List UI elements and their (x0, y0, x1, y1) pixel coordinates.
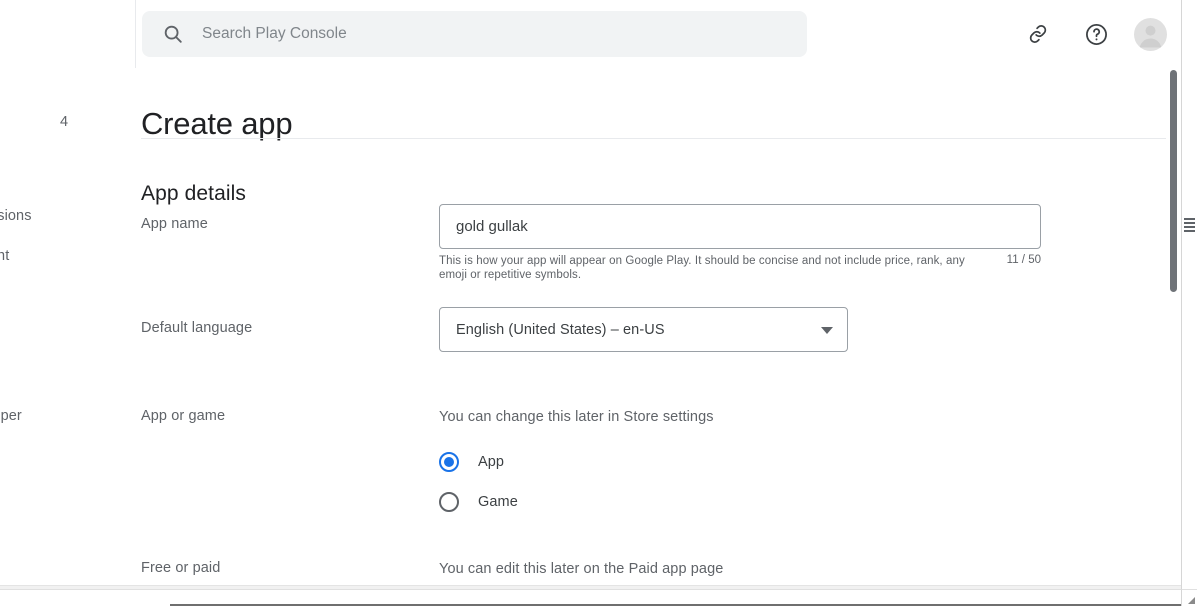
side-nav: 4 Users and permissions Order management… (0, 68, 134, 585)
radio-game-icon[interactable] (439, 492, 459, 512)
app-name-field[interactable] (439, 204, 1041, 249)
main-content: Create app App details App name This is … (136, 68, 1181, 585)
avatar[interactable] (1134, 17, 1167, 51)
resize-grip-icon (1188, 597, 1195, 604)
sidebar-item-label: Order management (0, 248, 10, 264)
sidebar-item-label: Users and permissions (0, 208, 32, 224)
default-language-select[interactable]: English (United States) – en-US (439, 307, 848, 352)
search-input[interactable] (200, 18, 764, 50)
label-app-or-game: App or game (141, 408, 226, 424)
app-name-helper-text: This is how your app will appear on Goog… (439, 255, 965, 281)
title-divider (141, 138, 1176, 139)
default-language-value: English (United States) – en-US (456, 321, 665, 338)
app-name-char-counter: 11 / 50 (1006, 254, 1041, 266)
radio-option-app[interactable]: App (439, 452, 504, 472)
label-free-or-paid: Free or paid (141, 560, 221, 576)
page-vertical-scrollbar-thumb[interactable] (1170, 70, 1177, 292)
help-icon[interactable] (1076, 14, 1116, 54)
play-console-logo[interactable]: ay Console (0, 22, 124, 42)
topbar-divider (135, 0, 136, 68)
radio-option-game[interactable]: Game (439, 492, 518, 512)
sidebar-item-setup-developer[interactable]: Setup your developer (0, 404, 22, 428)
radio-app-icon[interactable] (439, 452, 459, 472)
top-bar: ay Console (0, 0, 1181, 68)
play-console-app: ay Console (0, 0, 1181, 585)
window-resize-corner[interactable] (1181, 589, 1197, 606)
browser-viewport: ay Console (0, 0, 1197, 606)
section-title-app-details: App details (141, 182, 247, 206)
app-name-input[interactable] (440, 205, 1040, 248)
hint-app-or-game: You can change this later in Store setti… (439, 409, 714, 425)
sidebar-item-label: Setup your developer (0, 408, 22, 424)
browser-vertical-scrollbar[interactable] (1181, 0, 1197, 590)
radio-app-label: App (478, 454, 505, 470)
topbar-actions (1018, 14, 1167, 54)
sidebar-item-users-permissions[interactable]: Users and permissions (0, 204, 32, 228)
label-app-name: App name (141, 216, 208, 232)
link-icon[interactable] (1018, 14, 1058, 54)
browser-horizontal-scrollbar[interactable] (0, 589, 1197, 606)
radio-game-label: Game (478, 494, 518, 510)
nav-badge: 4 (60, 114, 69, 130)
search-icon (162, 23, 184, 45)
browser-scrollbar-grip[interactable] (1184, 218, 1195, 232)
label-default-language: Default language (141, 320, 253, 336)
search-bar[interactable] (142, 11, 807, 57)
chevron-down-icon (821, 327, 833, 334)
page-vertical-scrollbar[interactable] (1166, 68, 1181, 585)
sidebar-item-order-management[interactable]: Order management (0, 244, 9, 268)
hint-free-or-paid: You can edit this later on the Paid app … (439, 561, 724, 577)
